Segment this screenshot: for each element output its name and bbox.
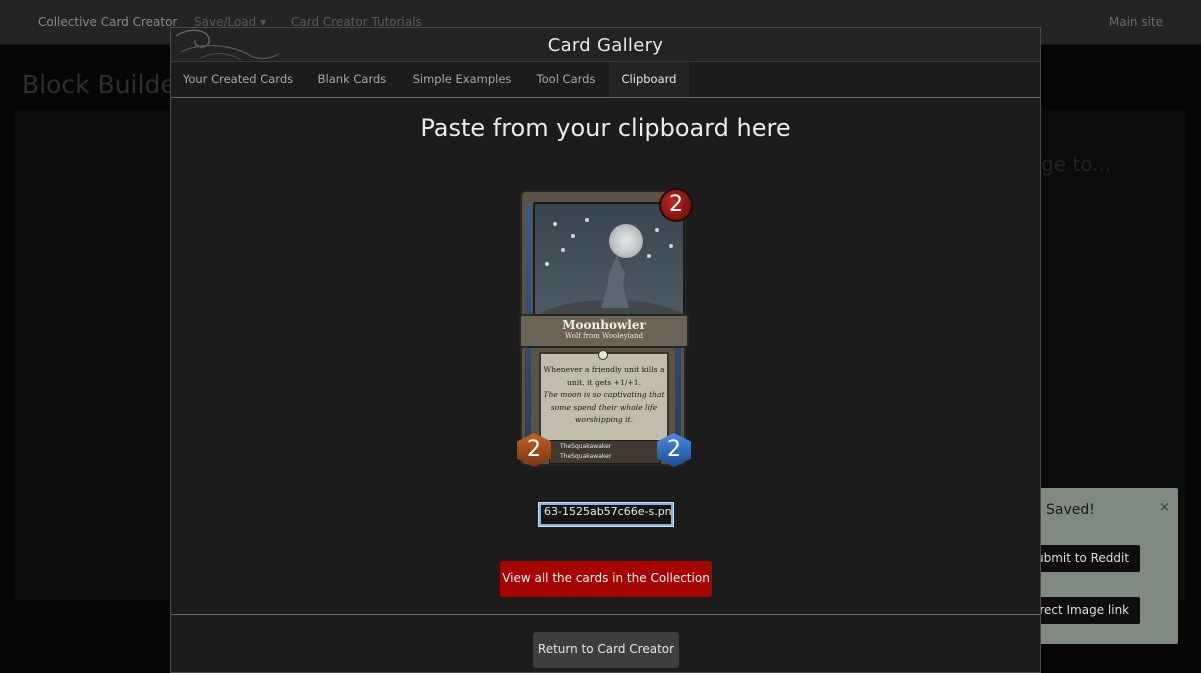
card-nameplate: Moonhowler Wolf from Wooleyland: [519, 314, 689, 348]
background-side-text: ge to...: [1041, 152, 1112, 176]
card-textbox: Whenever a friendly unit kills a unit, i…: [539, 350, 669, 452]
card-preview[interactable]: Moonhowler Wolf from Wooleyland Whenever…: [517, 186, 693, 468]
main-site-link[interactable]: Main site: [1109, 15, 1163, 29]
star-icon: [571, 234, 575, 238]
star-icon: [669, 244, 673, 248]
background-page-title: Block Builde: [22, 70, 176, 99]
image-url-input[interactable]: 63-1525ab57c66e-s.png: [538, 502, 674, 527]
star-icon: [585, 218, 589, 222]
gallery-tabs: Your Created Cards Blank Cards Simple Ex…: [171, 62, 1040, 98]
modal-title: Card Gallery: [547, 35, 664, 56]
card-name: Moonhowler: [562, 318, 646, 332]
star-icon: [647, 254, 651, 258]
card-cost: 2: [659, 188, 693, 222]
star-icon: [655, 228, 659, 232]
card-flavor: The moon is so captivating that some spe…: [543, 390, 665, 424]
brand-link[interactable]: Collective Card Creator: [38, 15, 177, 29]
wolf-silhouette-icon: [601, 254, 629, 308]
card-credits: TheSquakawaker TheSquakawaker: [549, 440, 661, 464]
tab-simple-examples[interactable]: Simple Examples: [399, 62, 525, 97]
card-gallery-modal: Card Gallery Your Created Cards Blank Ca…: [170, 27, 1041, 673]
direct-image-link-button[interactable]: irect Image link: [1030, 597, 1140, 624]
rarity-gem-icon: [598, 350, 608, 360]
card-type: Wolf from Wooleyland: [565, 332, 643, 340]
return-to-card-creator-button[interactable]: Return to Card Creator: [533, 632, 679, 668]
star-icon: [561, 248, 565, 252]
saved-toast: Saved! × ubmit to Reddit irect Image lin…: [1030, 488, 1178, 644]
view-collection-button[interactable]: View all the cards in the Collection: [500, 561, 712, 597]
toast-title: Saved!: [1046, 502, 1095, 518]
tab-your-created-cards[interactable]: Your Created Cards: [171, 62, 305, 97]
card-artist: TheSquakawaker: [560, 443, 612, 450]
close-icon[interactable]: ×: [1159, 500, 1170, 515]
modal-footer-divider: [171, 614, 1040, 615]
star-icon: [545, 262, 549, 266]
tab-blank-cards[interactable]: Blank Cards: [305, 62, 399, 97]
card-text: Whenever a friendly unit kills a unit, i…: [541, 350, 667, 427]
card-rules: Whenever a friendly unit kills a unit, i…: [543, 365, 665, 387]
star-icon: [553, 222, 557, 226]
modal-header: Card Gallery: [171, 28, 1040, 62]
paste-heading: Paste from your clipboard here: [420, 114, 791, 142]
tab-tool-cards[interactable]: Tool Cards: [525, 62, 607, 97]
tab-clipboard[interactable]: Clipboard: [609, 62, 689, 97]
submit-to-reddit-button[interactable]: ubmit to Reddit: [1030, 545, 1140, 572]
card-art: [533, 202, 685, 328]
card-author: TheSquakawaker: [560, 453, 612, 460]
